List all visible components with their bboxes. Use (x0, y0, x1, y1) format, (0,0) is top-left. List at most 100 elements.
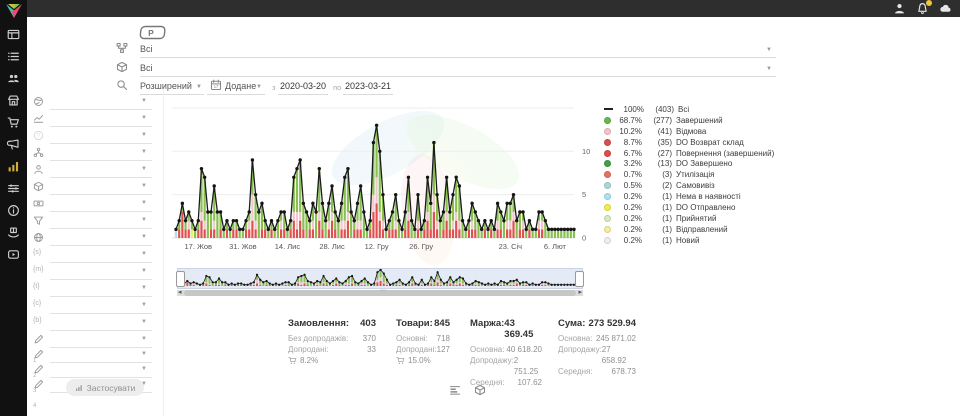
panel-dropdown-caret-icon[interactable]: ▼ (141, 251, 147, 257)
panel-dropdown-caret-icon[interactable]: ▼ (141, 149, 147, 155)
orders-chart[interactable]: 051017. Жов31. Жов14. Лис28. Лис12. Гру2… (172, 98, 592, 256)
scroll-right-arrow-icon[interactable]: ▸ (578, 288, 582, 296)
sidebar-item-products[interactable] (7, 226, 21, 240)
support-cloud-icon[interactable] (939, 2, 952, 15)
panel-dropdown[interactable] (50, 318, 152, 331)
navigator-right-handle[interactable] (575, 271, 584, 287)
svg-text:0: 0 (582, 234, 586, 243)
panel-dropdown-caret-icon[interactable]: ▼ (141, 366, 147, 372)
panel-dropdown[interactable] (50, 301, 152, 314)
date-from-underline[interactable] (278, 93, 328, 95)
navigator-left-handle[interactable] (176, 271, 185, 287)
panel-dropdown-caret-icon[interactable]: ▼ (141, 217, 147, 223)
panel-dropdown-caret-icon[interactable]: ▼ (141, 98, 147, 104)
app-logo-icon[interactable] (4, 2, 24, 20)
panel-dropdown[interactable] (50, 182, 152, 195)
legend-item[interactable]: 0.2%(1)DO Отправлено (604, 202, 776, 213)
sidebar-item-store[interactable] (7, 94, 21, 108)
legend-count: (1) (646, 192, 672, 201)
scroll-left-arrow-icon[interactable]: ◂ (178, 288, 182, 296)
panel-dropdown[interactable] (50, 97, 152, 110)
legend-label: DO Завершено (676, 159, 732, 168)
panel-dropdown-caret-icon[interactable]: ▼ (141, 319, 147, 325)
panel-dropdown[interactable] (50, 199, 152, 212)
panel-dropdown-caret-icon[interactable]: ▼ (141, 268, 147, 274)
legend-label: Самовивіз (676, 181, 715, 190)
legend-item[interactable]: 100%(403)Всі (604, 104, 776, 115)
stat-percent: 8.2% (300, 355, 318, 366)
legend-item[interactable]: 0.2%(1)Нема в наявності (604, 191, 776, 202)
panel-dropdown-caret-icon[interactable]: ▼ (141, 302, 147, 308)
panel-dropdown[interactable] (50, 267, 152, 280)
legend-item[interactable]: 0.2%(1)Відправлений (604, 224, 776, 235)
apply-button[interactable]: Застосувати (66, 379, 144, 396)
panel-filter-row-cube: ▼ (27, 181, 157, 197)
panel-dropdown[interactable] (50, 335, 152, 348)
legend-item[interactable]: 3.2%(13)DO Завершено (604, 158, 776, 169)
panel-dropdown-caret-icon[interactable]: ▼ (141, 351, 147, 357)
legend-item[interactable]: 0.2%(1)Новий (604, 235, 776, 246)
sidebar-item-customers[interactable] (7, 72, 21, 86)
date-field-caret-icon[interactable]: ▼ (256, 84, 262, 90)
navigator-scrollbar[interactable]: ◂ ⋯ ▸ (177, 290, 583, 296)
panel-dropdown-caret-icon[interactable]: ▼ (141, 336, 147, 342)
search-mode-caret-icon[interactable]: ▼ (196, 84, 202, 90)
legend-item[interactable]: 0.2%(1)Прийнятий (604, 213, 776, 224)
panel-dropdown-caret-icon[interactable]: ▼ (141, 183, 147, 189)
panel-dropdown[interactable] (50, 233, 152, 246)
panel-dropdown-caret-icon[interactable]: ▼ (141, 200, 147, 206)
panel-dropdown[interactable] (50, 114, 152, 127)
status-filter-caret-icon[interactable]: ▼ (766, 47, 772, 53)
date-to-underline[interactable] (343, 93, 393, 95)
panel-dropdown[interactable] (50, 350, 152, 363)
panel-dropdown[interactable] (50, 165, 152, 178)
navigator-chart[interactable] (177, 268, 583, 289)
product-filter-value[interactable]: Всі (140, 63, 153, 73)
panel-dropdown[interactable] (50, 284, 152, 297)
panel-dropdown[interactable] (50, 148, 152, 161)
user-avatar-icon[interactable] (893, 2, 906, 15)
sidebar-item-video[interactable] (7, 248, 21, 262)
legend-count: (13) (646, 159, 672, 168)
panel-dropdown[interactable] (50, 131, 152, 144)
legend-item[interactable]: 68.7%(277)Завершений (604, 115, 776, 126)
sidebar-item-dashboard[interactable] (7, 28, 21, 42)
status-filter-value[interactable]: Всі (140, 44, 153, 54)
status-filter-underline[interactable] (140, 56, 776, 58)
sidebar-item-analytics[interactable] (7, 160, 21, 174)
panel-dropdown-caret-icon[interactable]: ▼ (141, 132, 147, 138)
panel-dropdown[interactable] (50, 250, 152, 263)
stat-title: Товари: (396, 318, 433, 329)
date-from-label: з (272, 83, 275, 92)
panel-dropdown-caret-icon[interactable]: ▼ (141, 285, 147, 291)
legend-item[interactable]: 0.5%(2)Самовивіз (604, 180, 776, 191)
legend-item[interactable]: 0.7%(3)Утилізація (604, 169, 776, 180)
panel-dropdown[interactable] (50, 216, 152, 229)
panel-dropdown[interactable] (50, 365, 152, 378)
notifications-bell-icon[interactable] (916, 2, 929, 15)
sidebar-item-orders[interactable] (7, 50, 21, 64)
date-to-input[interactable]: 2023-03-21 (345, 81, 391, 91)
date-field-underline[interactable] (207, 93, 265, 95)
sidebar-item-cart[interactable] (7, 116, 21, 130)
list-view-icon[interactable] (449, 384, 461, 396)
legend-item[interactable]: 10.2%(41)Відмова (604, 126, 776, 137)
legend-item[interactable]: 8.7%(35)DO Возврат склад (604, 137, 776, 148)
panel-filter-row-pencil2: 2▼ (27, 349, 157, 365)
legend-label: Повернення (завершений) (676, 149, 774, 158)
date-from-input[interactable]: 2020-03-20 (280, 81, 326, 91)
panel-dropdown-caret-icon[interactable]: ▼ (141, 115, 147, 121)
panel-dropdown-caret-icon[interactable]: ▼ (141, 234, 147, 240)
navigator-scroll-thumb[interactable]: ⋯ (184, 290, 576, 296)
sidebar-item-marketing[interactable] (7, 138, 21, 152)
product-filter-underline[interactable] (140, 75, 776, 77)
date-field-select[interactable]: Додане (225, 81, 256, 91)
panel-dropdown-caret-icon[interactable]: ▼ (141, 166, 147, 172)
products-view-icon[interactable] (474, 384, 486, 396)
product-filter-caret-icon[interactable]: ▼ (766, 66, 772, 72)
svg-text:14. Лис: 14. Лис (275, 242, 301, 251)
svg-text:23. Січ: 23. Січ (499, 242, 523, 251)
sidebar-item-settings[interactable] (7, 182, 21, 196)
legend-item[interactable]: 6.7%(27)Повернення (завершений) (604, 148, 776, 159)
sidebar-item-info[interactable] (7, 204, 21, 218)
